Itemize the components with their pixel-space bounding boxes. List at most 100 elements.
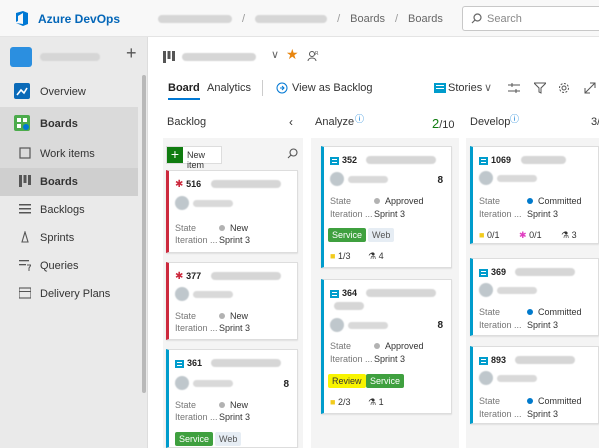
field-iteration[interactable]: Sprint 3 [219, 235, 250, 245]
card-title[interactable] [211, 272, 281, 280]
card-title[interactable] [515, 268, 575, 276]
card-title[interactable] [515, 356, 575, 364]
card-title[interactable] [366, 156, 436, 164]
story-points[interactable]: 8 [437, 320, 443, 331]
brand-name[interactable]: Azure DevOps [38, 12, 120, 26]
favorite-star-icon[interactable]: ★ [286, 46, 299, 63]
gear-icon[interactable] [558, 82, 570, 94]
tag-service[interactable]: Service [175, 432, 214, 446]
card-352[interactable]: 352 8 State Approved Iteration ... Sprin… [321, 146, 452, 268]
bug-progress[interactable]: ✱ 0/1 [519, 230, 542, 241]
card-title[interactable] [521, 156, 566, 164]
expand-icon[interactable] [584, 82, 596, 94]
view-as-backlog-link[interactable]: View as Backlog [292, 82, 373, 94]
field-iteration[interactable]: Sprint 3 [374, 354, 405, 364]
field-iteration[interactable]: Sprint 3 [374, 209, 405, 219]
sidebar-item-queries[interactable]: Queries [0, 252, 138, 280]
team-name[interactable] [182, 53, 256, 61]
filter-icon[interactable] [534, 82, 546, 94]
search-icon[interactable] [287, 148, 298, 159]
add-icon[interactable]: + [126, 43, 137, 64]
avatar[interactable] [175, 287, 189, 301]
sidebar-item-work-items[interactable]: Work items [0, 140, 138, 168]
breadcrumb-boards-current[interactable]: Boards [408, 13, 443, 25]
card-id[interactable]: 369 [479, 267, 506, 277]
project-name[interactable] [40, 53, 100, 61]
search-box[interactable]: Search [462, 6, 599, 31]
breadcrumb-org[interactable] [158, 15, 232, 24]
test-count[interactable]: ⚗ 4 [368, 251, 384, 262]
card-364[interactable]: 364 8 State Approved Iteration ... Sprin… [321, 279, 452, 414]
card-377[interactable]: ✱ 377 State New Iteration ... Sprint 3 [166, 262, 298, 340]
avatar[interactable] [175, 376, 189, 390]
sidebar-item-sprints[interactable]: Sprints [0, 224, 138, 252]
tag-web[interactable]: Web [368, 228, 395, 242]
tab-analytics[interactable]: Analytics [207, 82, 251, 94]
avatar[interactable] [330, 318, 344, 332]
new-item-button[interactable]: + New item [166, 146, 222, 170]
field-iteration[interactable]: Sprint 3 [527, 209, 558, 219]
card-id[interactable]: 893 [479, 355, 506, 365]
field-state[interactable]: Committed [527, 196, 582, 206]
card-516[interactable]: ✱ 516 State New Iteration ... Sprint 3 [166, 170, 298, 253]
card-361[interactable]: 361 8 State New Iteration ... Sprint 3 S… [166, 349, 298, 448]
task-progress[interactable]: ■ 2/3 [330, 397, 350, 407]
card-id[interactable]: 1069 [479, 155, 511, 165]
avatar[interactable] [479, 171, 493, 185]
tag-service[interactable]: Service [366, 374, 405, 388]
task-progress[interactable]: ■ 1/3 [330, 251, 350, 261]
task-progress[interactable]: ■ 0/1 [479, 230, 499, 240]
tag-service[interactable]: Service [328, 228, 367, 242]
tag-review[interactable]: Review [328, 374, 366, 388]
field-iteration[interactable]: Sprint 3 [219, 323, 250, 333]
avatar[interactable] [330, 172, 344, 186]
card-id[interactable]: ✱ 377 [175, 271, 201, 282]
sidebar-item-delivery-plans[interactable]: Delivery Plans [0, 280, 138, 308]
card-title[interactable] [211, 180, 281, 188]
field-iteration[interactable]: Sprint 3 [527, 409, 558, 419]
field-iteration[interactable]: Sprint 3 [527, 320, 558, 330]
chevron-down-icon[interactable]: ∨ [271, 48, 279, 61]
card-title[interactable] [366, 289, 436, 297]
field-state[interactable]: New [219, 223, 248, 233]
info-icon[interactable]: ⓘ [355, 112, 364, 125]
test-count[interactable]: ⚗ 3 [561, 230, 577, 241]
card-893[interactable]: 893 State Committed Iteration ... Sprint… [470, 346, 599, 424]
test-count[interactable]: ⚗ 1 [368, 397, 384, 408]
avatar[interactable] [479, 283, 493, 297]
story-points[interactable]: 8 [437, 175, 443, 186]
field-state[interactable]: New [219, 311, 248, 321]
card-id[interactable]: 361 [175, 358, 202, 368]
card-369[interactable]: 369 State Committed Iteration ... Sprint… [470, 258, 599, 336]
tab-board[interactable]: Board [168, 82, 200, 100]
card-1069[interactable]: 1069 State Committed Iteration ... Sprin… [470, 146, 599, 244]
sidebar-item-backlogs[interactable]: Backlogs [0, 196, 138, 224]
chevron-down-icon[interactable]: ∨ [484, 81, 492, 94]
backlog-level-dropdown[interactable]: Stories [448, 82, 482, 94]
field-state[interactable]: New [219, 400, 248, 410]
field-state[interactable]: Committed [527, 307, 582, 317]
azure-devops-logo-icon[interactable] [14, 11, 30, 26]
project-avatar[interactable] [10, 47, 32, 67]
avatar[interactable] [479, 371, 493, 385]
story-points[interactable]: 8 [283, 379, 289, 390]
team-members-icon[interactable]: R [307, 50, 319, 62]
field-state[interactable]: Approved [374, 341, 424, 351]
settings-sliders-icon[interactable] [508, 82, 520, 94]
sidebar-scrollbar[interactable] [142, 75, 146, 393]
card-id[interactable]: 352 [330, 155, 357, 165]
card-id[interactable]: 364 [330, 288, 357, 298]
sidebar-item-overview[interactable]: Overview [0, 75, 138, 108]
collapse-chevron-icon[interactable]: ‹ [289, 115, 293, 129]
sidebar-item-boards[interactable]: Boards [0, 168, 138, 196]
breadcrumb-project[interactable] [255, 15, 328, 24]
sidebar-item-boards-hub[interactable]: Boards [0, 107, 138, 140]
avatar[interactable] [175, 196, 189, 210]
tag-web[interactable]: Web [215, 432, 242, 446]
field-state[interactable]: Committed [527, 396, 582, 406]
info-icon[interactable]: ⓘ [510, 112, 519, 125]
card-id[interactable]: ✱ 516 [175, 179, 201, 190]
field-iteration[interactable]: Sprint 3 [219, 412, 250, 422]
field-state[interactable]: Approved [374, 196, 424, 206]
card-title[interactable] [211, 359, 281, 367]
